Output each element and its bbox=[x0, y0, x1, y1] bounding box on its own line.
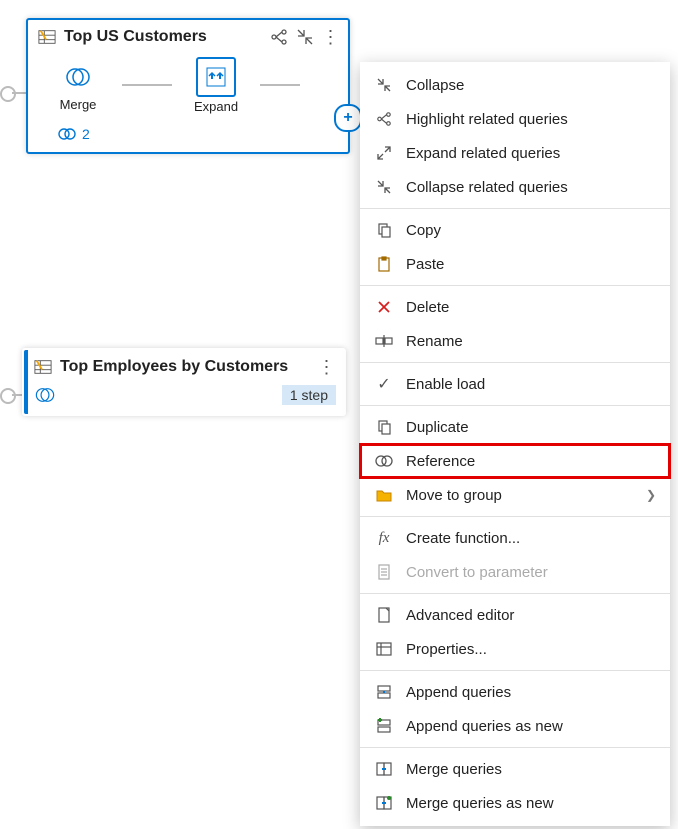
lineage-icon[interactable] bbox=[270, 28, 288, 46]
menu-create-function[interactable]: fx Create function... bbox=[360, 521, 670, 555]
step-label: Expand bbox=[194, 99, 238, 114]
menu-label: Create function... bbox=[406, 530, 520, 547]
menu-label: Copy bbox=[406, 222, 441, 239]
chevron-right-icon: ❯ bbox=[646, 488, 656, 502]
merge-small-icon bbox=[34, 384, 56, 406]
branch-dot bbox=[0, 388, 16, 404]
menu-label: Merge queries as new bbox=[406, 795, 554, 812]
step-connector bbox=[260, 84, 300, 86]
copy-icon bbox=[374, 220, 394, 240]
menu-label: Collapse related queries bbox=[406, 179, 568, 196]
query-title: Top US Customers bbox=[64, 28, 262, 46]
add-step-button[interactable]: + bbox=[334, 104, 362, 132]
menu-label: Delete bbox=[406, 299, 449, 316]
menu-copy[interactable]: Copy bbox=[360, 213, 670, 247]
menu-label: Reference bbox=[406, 453, 475, 470]
collapse-in-icon[interactable] bbox=[296, 28, 314, 46]
check-icon: ✓ bbox=[374, 374, 394, 394]
expand-out-icon bbox=[374, 143, 394, 163]
reference-icon bbox=[374, 451, 394, 471]
paste-icon bbox=[374, 254, 394, 274]
menu-label: Convert to parameter bbox=[406, 564, 548, 581]
menu-separator bbox=[360, 208, 670, 209]
menu-separator bbox=[360, 593, 670, 594]
menu-reference[interactable]: Reference bbox=[360, 444, 670, 478]
step-connector bbox=[122, 84, 172, 86]
branch-line bbox=[12, 394, 22, 396]
branch-line bbox=[12, 92, 26, 94]
menu-label: Collapse bbox=[406, 77, 464, 94]
menu-label: Append queries as new bbox=[406, 718, 563, 735]
node-more-icon[interactable]: ⋮ bbox=[322, 28, 340, 46]
menu-advanced-editor[interactable]: Advanced editor bbox=[360, 598, 670, 632]
menu-separator bbox=[360, 516, 670, 517]
menu-label: Rename bbox=[406, 333, 463, 350]
menu-collapse[interactable]: Collapse bbox=[360, 68, 670, 102]
menu-label: Properties... bbox=[406, 641, 487, 658]
table-query-icon bbox=[34, 358, 52, 376]
lineage-icon bbox=[374, 109, 394, 129]
append-icon bbox=[374, 682, 394, 702]
menu-separator bbox=[360, 405, 670, 406]
function-icon: fx bbox=[374, 528, 394, 548]
step-count-badge[interactable]: 1 step bbox=[282, 385, 336, 405]
menu-separator bbox=[360, 285, 670, 286]
menu-label: Paste bbox=[406, 256, 444, 273]
menu-paste[interactable]: Paste bbox=[360, 247, 670, 281]
merge-queries-icon bbox=[374, 759, 394, 779]
canvas: Top US Customers ⋮ Merge Expand bbox=[0, 0, 678, 829]
menu-properties[interactable]: Properties... bbox=[360, 632, 670, 666]
menu-label: Duplicate bbox=[406, 419, 469, 436]
delete-icon bbox=[374, 297, 394, 317]
query-title: Top Employees by Customers bbox=[60, 358, 310, 376]
menu-separator bbox=[360, 670, 670, 671]
branch-dot bbox=[0, 86, 16, 102]
table-query-icon bbox=[38, 28, 56, 46]
menu-merge-queries[interactable]: Merge queries bbox=[360, 752, 670, 786]
menu-label: Merge queries bbox=[406, 761, 502, 778]
parameter-icon bbox=[374, 562, 394, 582]
menu-collapse-related[interactable]: Collapse related queries bbox=[360, 170, 670, 204]
reference-link-icon bbox=[58, 127, 76, 141]
query-node-top-us-customers[interactable]: Top US Customers ⋮ Merge Expand bbox=[26, 18, 350, 154]
menu-append-queries[interactable]: Append queries bbox=[360, 675, 670, 709]
step-expand[interactable]: Expand bbox=[176, 57, 256, 114]
menu-enable-load[interactable]: ✓ Enable load bbox=[360, 367, 670, 401]
duplicate-icon bbox=[374, 417, 394, 437]
query-node-top-employees[interactable]: Top Employees by Customers ⋮ 1 step bbox=[22, 348, 346, 416]
menu-label: Advanced editor bbox=[406, 607, 514, 624]
expand-icon bbox=[196, 57, 236, 97]
step-merge[interactable]: Merge bbox=[38, 59, 118, 112]
append-new-icon bbox=[374, 716, 394, 736]
editor-icon bbox=[374, 605, 394, 625]
step-label: Merge bbox=[60, 97, 97, 112]
menu-label: Highlight related queries bbox=[406, 111, 568, 128]
menu-convert-to-parameter: Convert to parameter bbox=[360, 555, 670, 589]
rename-icon bbox=[374, 331, 394, 351]
menu-expand-related[interactable]: Expand related queries bbox=[360, 136, 670, 170]
menu-merge-queries-new[interactable]: Merge queries as new bbox=[360, 786, 670, 820]
folder-icon bbox=[374, 485, 394, 505]
menu-label: Move to group bbox=[406, 487, 502, 504]
menu-separator bbox=[360, 362, 670, 363]
node-more-icon[interactable]: ⋮ bbox=[318, 358, 336, 376]
menu-label: Append queries bbox=[406, 684, 511, 701]
menu-highlight-related[interactable]: Highlight related queries bbox=[360, 102, 670, 136]
menu-rename[interactable]: Rename bbox=[360, 324, 670, 358]
menu-label: Expand related queries bbox=[406, 145, 560, 162]
collapse-in-icon bbox=[374, 177, 394, 197]
menu-append-queries-new[interactable]: Append queries as new bbox=[360, 709, 670, 743]
menu-delete[interactable]: Delete bbox=[360, 290, 670, 324]
reference-count: 2 bbox=[82, 126, 90, 142]
menu-separator bbox=[360, 747, 670, 748]
context-menu: Collapse Highlight related queries Expan… bbox=[360, 62, 670, 826]
menu-move-to-group[interactable]: Move to group ❯ bbox=[360, 478, 670, 512]
merge-queries-new-icon bbox=[374, 793, 394, 813]
collapse-icon bbox=[374, 75, 394, 95]
properties-icon bbox=[374, 639, 394, 659]
accent-bar bbox=[24, 350, 28, 414]
menu-label: Enable load bbox=[406, 376, 485, 393]
merge-icon bbox=[60, 59, 96, 95]
menu-duplicate[interactable]: Duplicate bbox=[360, 410, 670, 444]
